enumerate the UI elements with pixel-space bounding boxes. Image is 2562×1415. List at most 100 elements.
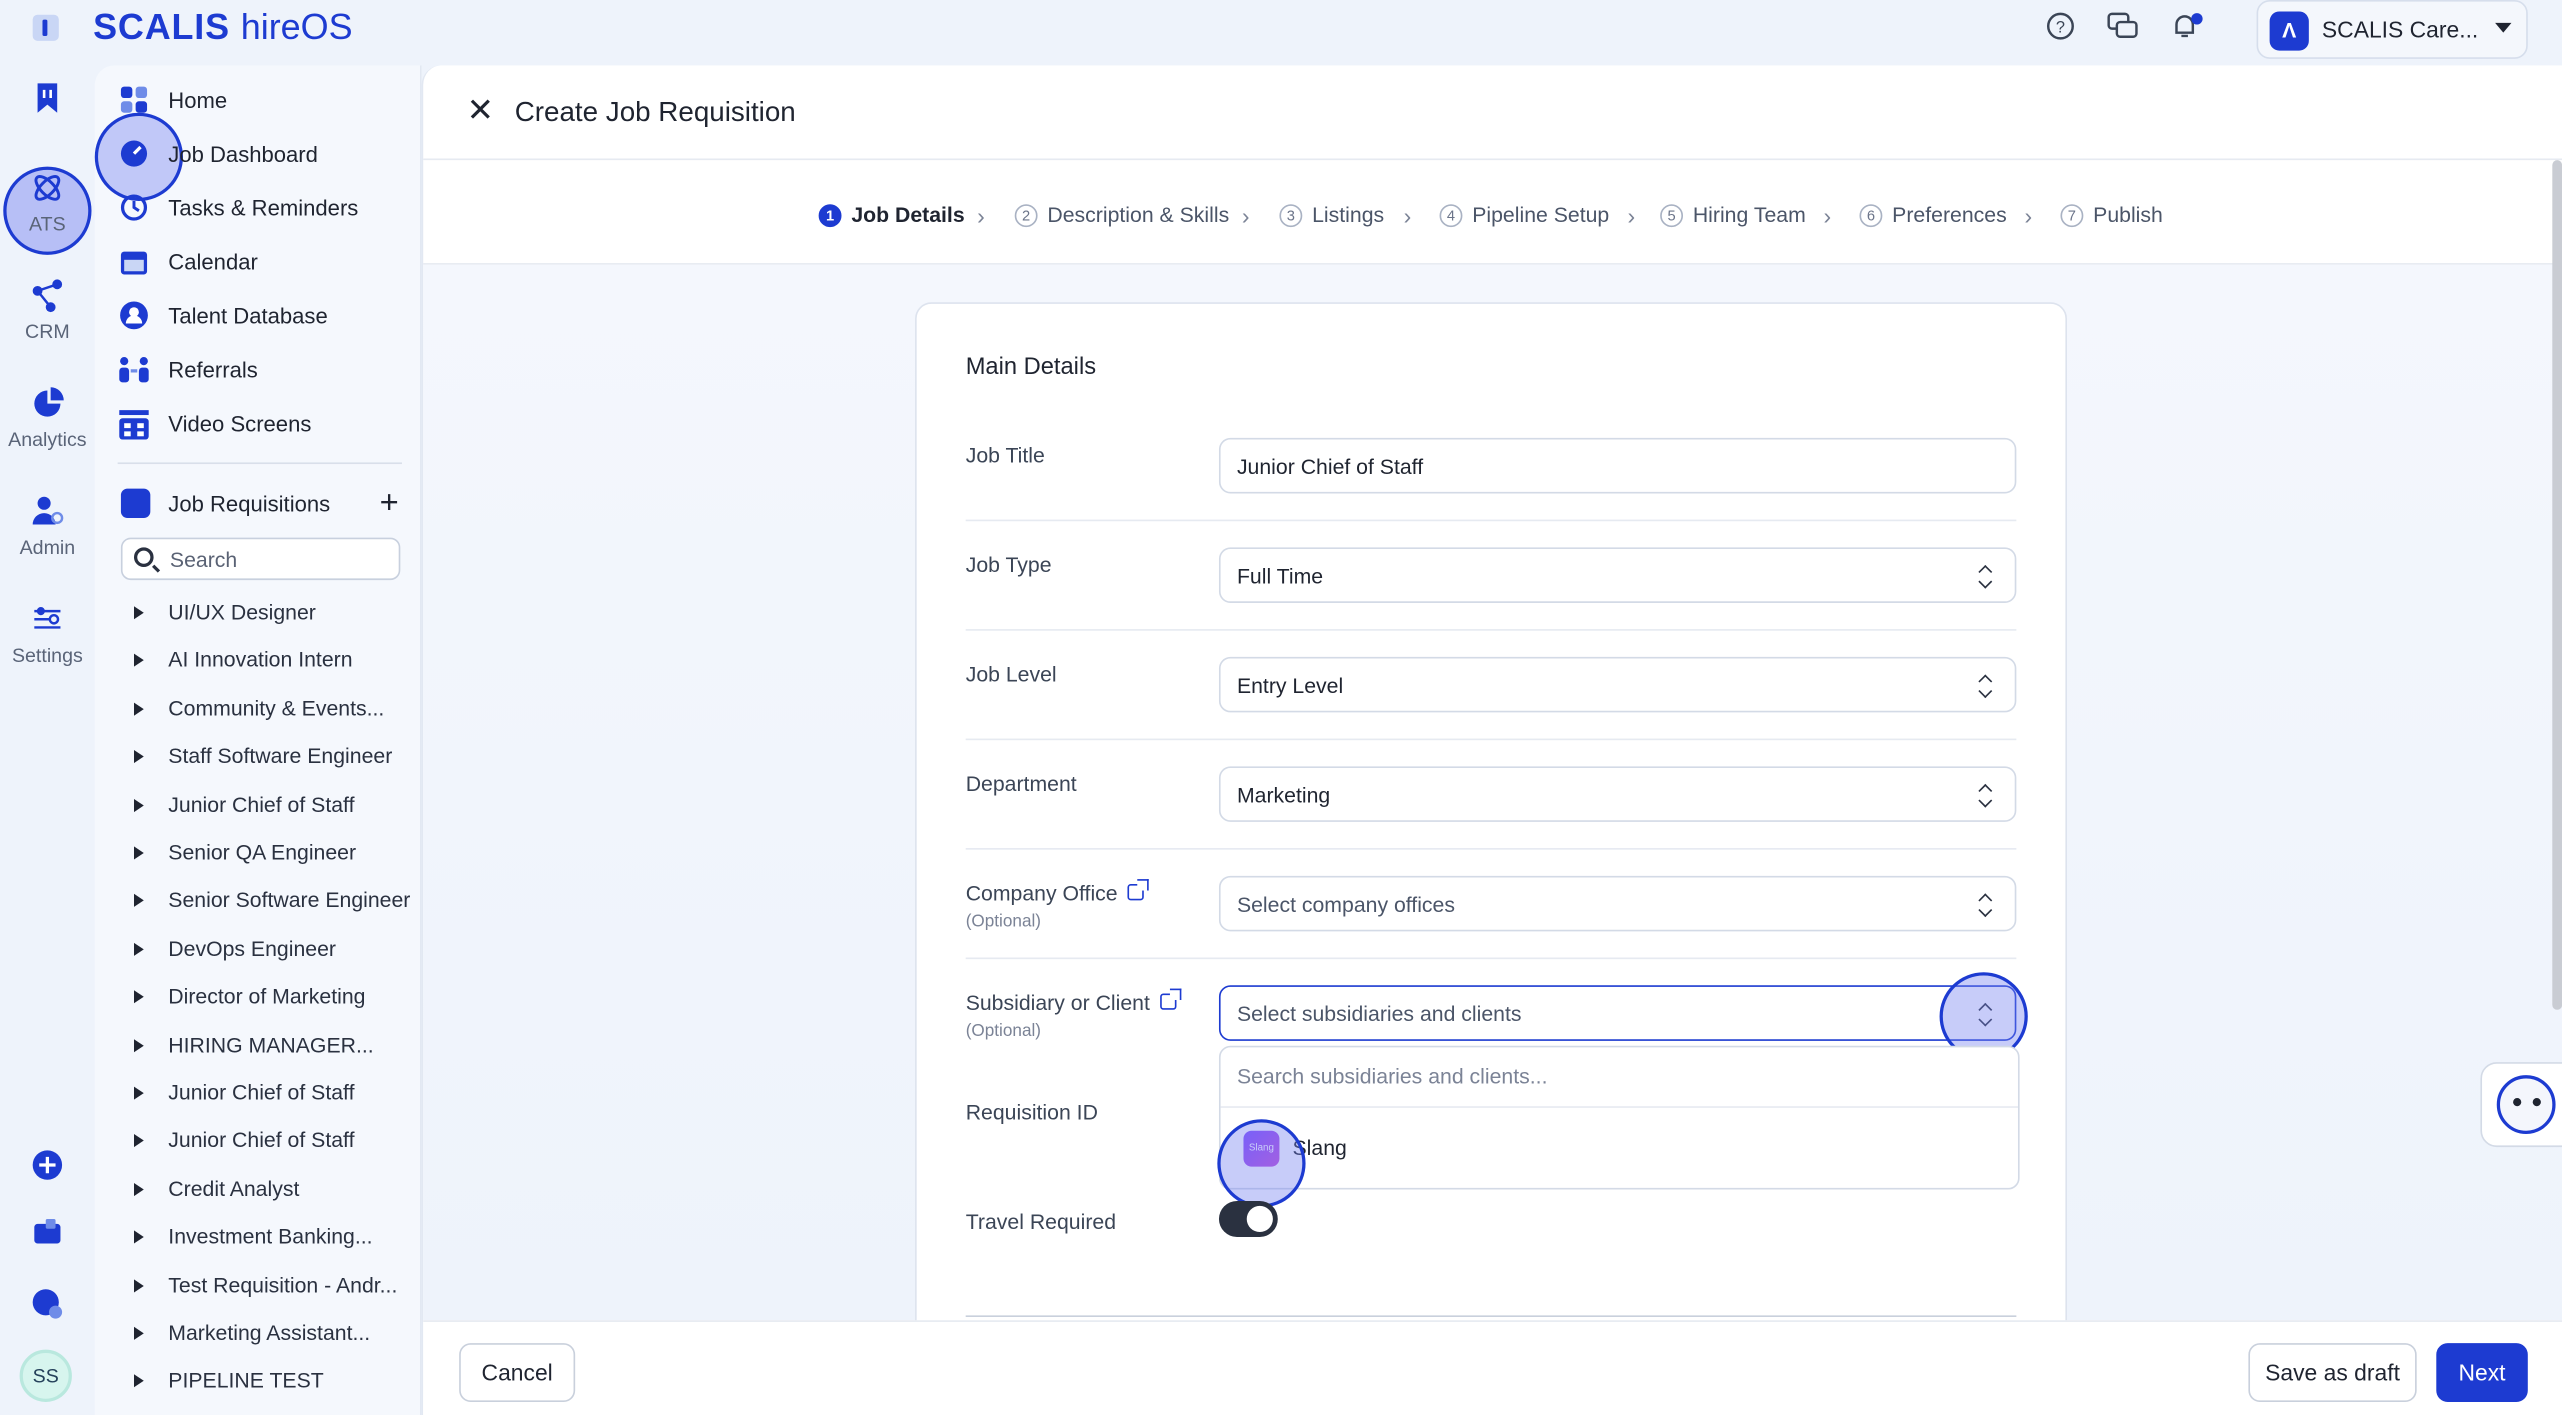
- step-7[interactable]: 7 Publish: [2060, 201, 2163, 230]
- close-icon[interactable]: ✕: [462, 93, 498, 129]
- sidebar: Home Job Dashboard Tasks & Reminders Cal…: [94, 65, 422, 1415]
- ats-icon: [29, 170, 65, 206]
- step-label: Pipeline Setup: [1472, 202, 1610, 228]
- expand-triangle-icon[interactable]: [133, 702, 144, 716]
- requisition-label: Senior Software Engineer: [168, 887, 411, 913]
- requisition-label: Staff Software Engineer: [168, 743, 393, 769]
- rail-label: CRM: [25, 320, 70, 344]
- app-root: SCALIS hireOS ? Λ SCALIS Care... ATS CRM: [0, 0, 2562, 1415]
- assistant-widget[interactable]: [2480, 1062, 2562, 1148]
- step-5[interactable]: 5 Hiring Team: [1660, 201, 1806, 230]
- subsidiary-select[interactable]: Select subsidiaries and clients: [1218, 985, 2017, 1041]
- help-icon[interactable]: ?: [2042, 11, 2078, 47]
- rail-item-admin[interactable]: Admin: [0, 493, 95, 559]
- department-label: Department: [965, 771, 1077, 796]
- department-select[interactable]: Marketing: [1218, 766, 2017, 822]
- bookmark-icon[interactable]: [29, 82, 65, 118]
- scrollbar[interactable]: [2552, 160, 2562, 1010]
- expand-triangle-icon[interactable]: [133, 750, 144, 764]
- step-label: Publish: [2093, 202, 2163, 228]
- referrals-icon: [118, 355, 151, 388]
- analytics-icon: [29, 386, 65, 422]
- external-link-icon[interactable]: [1159, 988, 1181, 1010]
- calendar-icon: [118, 247, 151, 280]
- subsidiary-search-input[interactable]: Search subsidiaries and clients...: [1237, 1064, 1548, 1089]
- step-number: 4: [1439, 204, 1463, 228]
- step-1[interactable]: 1 Job Details: [818, 201, 965, 230]
- footer-bar: Cancel Save as draft Next: [423, 1320, 2562, 1415]
- job-title-label: Job Title: [965, 442, 1045, 468]
- row-divider: [965, 1315, 2017, 1318]
- step-2[interactable]: 2 Description & Skills: [1014, 201, 1229, 230]
- requisition-label: AI Innovation Intern: [168, 647, 353, 673]
- expand-triangle-icon[interactable]: [133, 606, 144, 620]
- company-switcher[interactable]: Λ SCALIS Care...: [2256, 0, 2528, 59]
- rail-item-ats[interactable]: ATS: [0, 170, 95, 235]
- travel-required-toggle[interactable]: [1218, 1200, 1278, 1237]
- sidebar-toggle-icon[interactable]: [32, 14, 59, 41]
- expand-triangle-icon[interactable]: [133, 942, 144, 956]
- requisition-label: Test Requisition - Andr...: [168, 1272, 398, 1297]
- admin-icon: [29, 493, 65, 529]
- expand-triangle-icon[interactable]: [133, 1278, 144, 1292]
- step-6[interactable]: 6 Preferences: [1859, 201, 2007, 230]
- step-number: 2: [1014, 204, 1038, 228]
- requisition-label: Junior Chief of Staff: [168, 791, 355, 817]
- rail-label: ATS: [29, 212, 66, 236]
- expand-triangle-icon[interactable]: [133, 654, 144, 668]
- expand-triangle-icon[interactable]: [133, 1374, 144, 1388]
- talent-icon: [118, 301, 151, 334]
- external-link-icon[interactable]: [1127, 879, 1149, 901]
- dropdown-option-slang[interactable]: Slang Slang: [1217, 1119, 2018, 1208]
- messages-icon[interactable]: [2105, 11, 2141, 47]
- expand-triangle-icon[interactable]: [133, 1182, 144, 1196]
- notifications-icon[interactable]: [2167, 11, 2203, 47]
- rail-item-settings[interactable]: Settings: [0, 601, 95, 667]
- requisition-label: Junior Chief of Staff: [168, 1128, 355, 1153]
- save-draft-button[interactable]: Save as draft: [2248, 1343, 2417, 1402]
- requisition-label: Marketing Assistant...: [168, 1320, 371, 1345]
- company-office-select[interactable]: Select company offices: [1218, 875, 2017, 932]
- requisition-search-input[interactable]: Search: [120, 537, 401, 581]
- cancel-button[interactable]: Cancel: [459, 1343, 576, 1402]
- expand-triangle-icon[interactable]: [133, 1326, 144, 1340]
- requisition-label: HIRING MANAGER...: [168, 1032, 374, 1057]
- chevron-right-icon: ›: [1823, 202, 1832, 229]
- requisition-label: DevOps Engineer: [168, 935, 336, 961]
- sidebar-divider: [117, 462, 402, 465]
- briefcase-icon: [120, 488, 151, 518]
- expand-triangle-icon[interactable]: [133, 1230, 144, 1244]
- add-requisition-button[interactable]: +: [380, 487, 399, 520]
- caret-down-icon: [2495, 22, 2512, 33]
- rail-item-crm[interactable]: CRM: [0, 278, 95, 343]
- main-header: ✕ Create Job Requisition: [423, 65, 2562, 161]
- job-type-select[interactable]: Full Time: [1218, 547, 2017, 603]
- crm-icon: [29, 278, 65, 314]
- step-4[interactable]: 4 Pipeline Setup: [1439, 201, 1610, 230]
- step-label: Preferences: [1892, 202, 2007, 228]
- add-circle-icon[interactable]: [29, 1149, 65, 1185]
- requisition-label: Junior Chief of Staff: [168, 1080, 355, 1105]
- job-title-input[interactable]: Junior Chief of Staff: [1218, 437, 2017, 494]
- expand-triangle-icon[interactable]: [133, 1134, 144, 1148]
- expand-triangle-icon[interactable]: [133, 894, 144, 908]
- row-divider: [965, 738, 2017, 741]
- expand-triangle-icon[interactable]: [133, 846, 144, 860]
- expand-triangle-icon[interactable]: [133, 798, 144, 812]
- requisition-label: Community & Events...: [168, 695, 385, 721]
- next-button[interactable]: Next: [2436, 1343, 2528, 1402]
- expand-triangle-icon[interactable]: [133, 1038, 144, 1052]
- rail-item-analytics[interactable]: Analytics: [0, 386, 95, 451]
- expand-triangle-icon[interactable]: [133, 990, 144, 1004]
- inbox-icon[interactable]: [29, 1216, 65, 1252]
- job-level-select[interactable]: Entry Level: [1218, 656, 2017, 713]
- job-requisitions-header[interactable]: Job Requisitions +: [118, 487, 402, 523]
- user-avatar[interactable]: SS: [19, 1349, 72, 1402]
- step-3[interactable]: 3 Listings: [1279, 201, 1384, 230]
- add-contact-icon[interactable]: [29, 1288, 65, 1324]
- section-title: Main Details: [965, 354, 1097, 381]
- updown-chevron-icon: [1979, 673, 1995, 699]
- updown-chevron-icon: [1979, 564, 1995, 590]
- chevron-right-icon: ›: [1403, 202, 1412, 229]
- expand-triangle-icon[interactable]: [133, 1086, 144, 1100]
